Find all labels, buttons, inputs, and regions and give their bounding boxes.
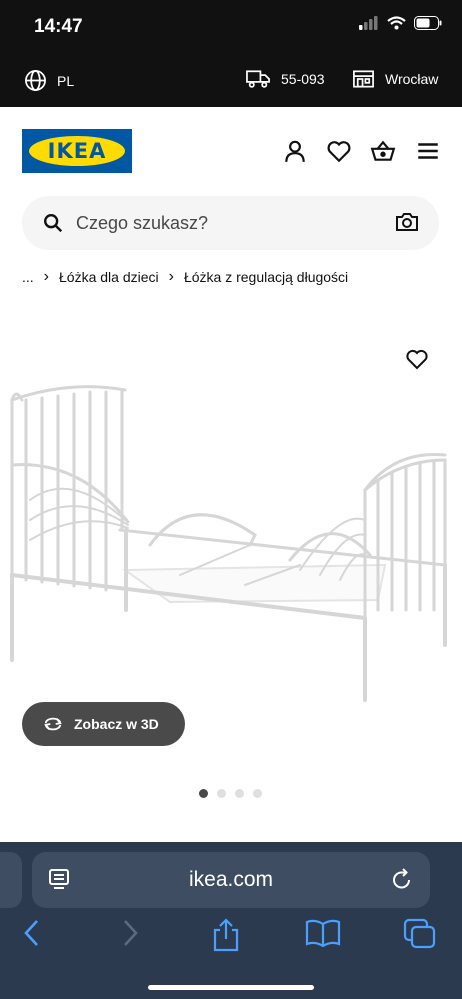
user-icon[interactable]	[282, 138, 308, 164]
breadcrumb-ellipsis[interactable]: ...	[22, 269, 34, 285]
status-time: 14:47	[34, 16, 83, 37]
camera-icon[interactable]	[395, 211, 419, 233]
menu-icon[interactable]	[415, 138, 441, 164]
address-bar[interactable]: ikea.com	[32, 852, 430, 908]
forward-icon[interactable]	[120, 918, 140, 948]
browser-toolbar: ikea.com	[0, 842, 462, 999]
view-3d-label: Zobacz w 3D	[74, 716, 159, 732]
carousel-dot[interactable]	[199, 789, 208, 798]
home-indicator	[148, 985, 314, 990]
url-text: ikea.com	[188, 868, 274, 891]
status-bar: 14:47	[0, 0, 462, 52]
signal-icon	[359, 16, 378, 30]
search-input[interactable]: Czego szukasz?	[76, 213, 208, 234]
store-label: Wrocław	[385, 71, 439, 87]
search-icon	[44, 214, 63, 233]
bookmarks-icon[interactable]	[305, 918, 341, 948]
store-icon	[353, 70, 374, 88]
previous-tab-preview[interactable]	[0, 852, 22, 908]
postal-code-label: 55-093	[281, 71, 325, 87]
cart-icon[interactable]	[370, 138, 396, 164]
breadcrumb-item[interactable]: Łóżka z regulacją długości	[184, 269, 348, 285]
globe-icon	[25, 70, 46, 91]
share-icon[interactable]	[212, 918, 240, 952]
favourite-heart-icon[interactable]	[404, 347, 430, 371]
postal-code-selector[interactable]: 55-093	[246, 69, 325, 89]
search-bar[interactable]: Czego szukasz?	[22, 196, 439, 250]
status-icons	[359, 16, 442, 30]
back-icon[interactable]	[22, 918, 42, 948]
carousel-dot[interactable]	[235, 789, 244, 798]
chevron-right-icon: ›	[43, 268, 49, 285]
view-3d-button[interactable]: Zobacz w 3D	[22, 702, 185, 746]
product-image[interactable]	[0, 370, 462, 710]
breadcrumb-item[interactable]: Łóżka dla dzieci	[59, 269, 159, 285]
rotate-3d-icon	[44, 717, 62, 731]
carousel-indicator	[199, 789, 262, 798]
truck-icon	[246, 70, 270, 88]
wifi-icon	[387, 16, 406, 30]
language-label: PL	[57, 72, 75, 89]
heart-icon[interactable]	[326, 138, 352, 164]
carousel-dot[interactable]	[253, 789, 262, 798]
top-bar: PL 55-093 Wrocław	[0, 52, 462, 107]
carousel-dot[interactable]	[217, 789, 226, 798]
reload-icon[interactable]	[390, 866, 414, 892]
breadcrumb: ... › Łóżka dla dzieci › Łóżka z regulac…	[22, 268, 348, 286]
ikea-logo[interactable]: IKEA	[22, 129, 132, 173]
site-header: IKEA	[0, 107, 462, 197]
store-selector[interactable]: Wrocław	[352, 69, 438, 89]
chevron-right-icon: ›	[168, 268, 174, 285]
battery-icon	[414, 16, 442, 30]
language-selector[interactable]: PL	[24, 69, 74, 92]
logo-text: IKEA	[29, 136, 125, 166]
tab-switcher-icon[interactable]	[403, 918, 437, 950]
